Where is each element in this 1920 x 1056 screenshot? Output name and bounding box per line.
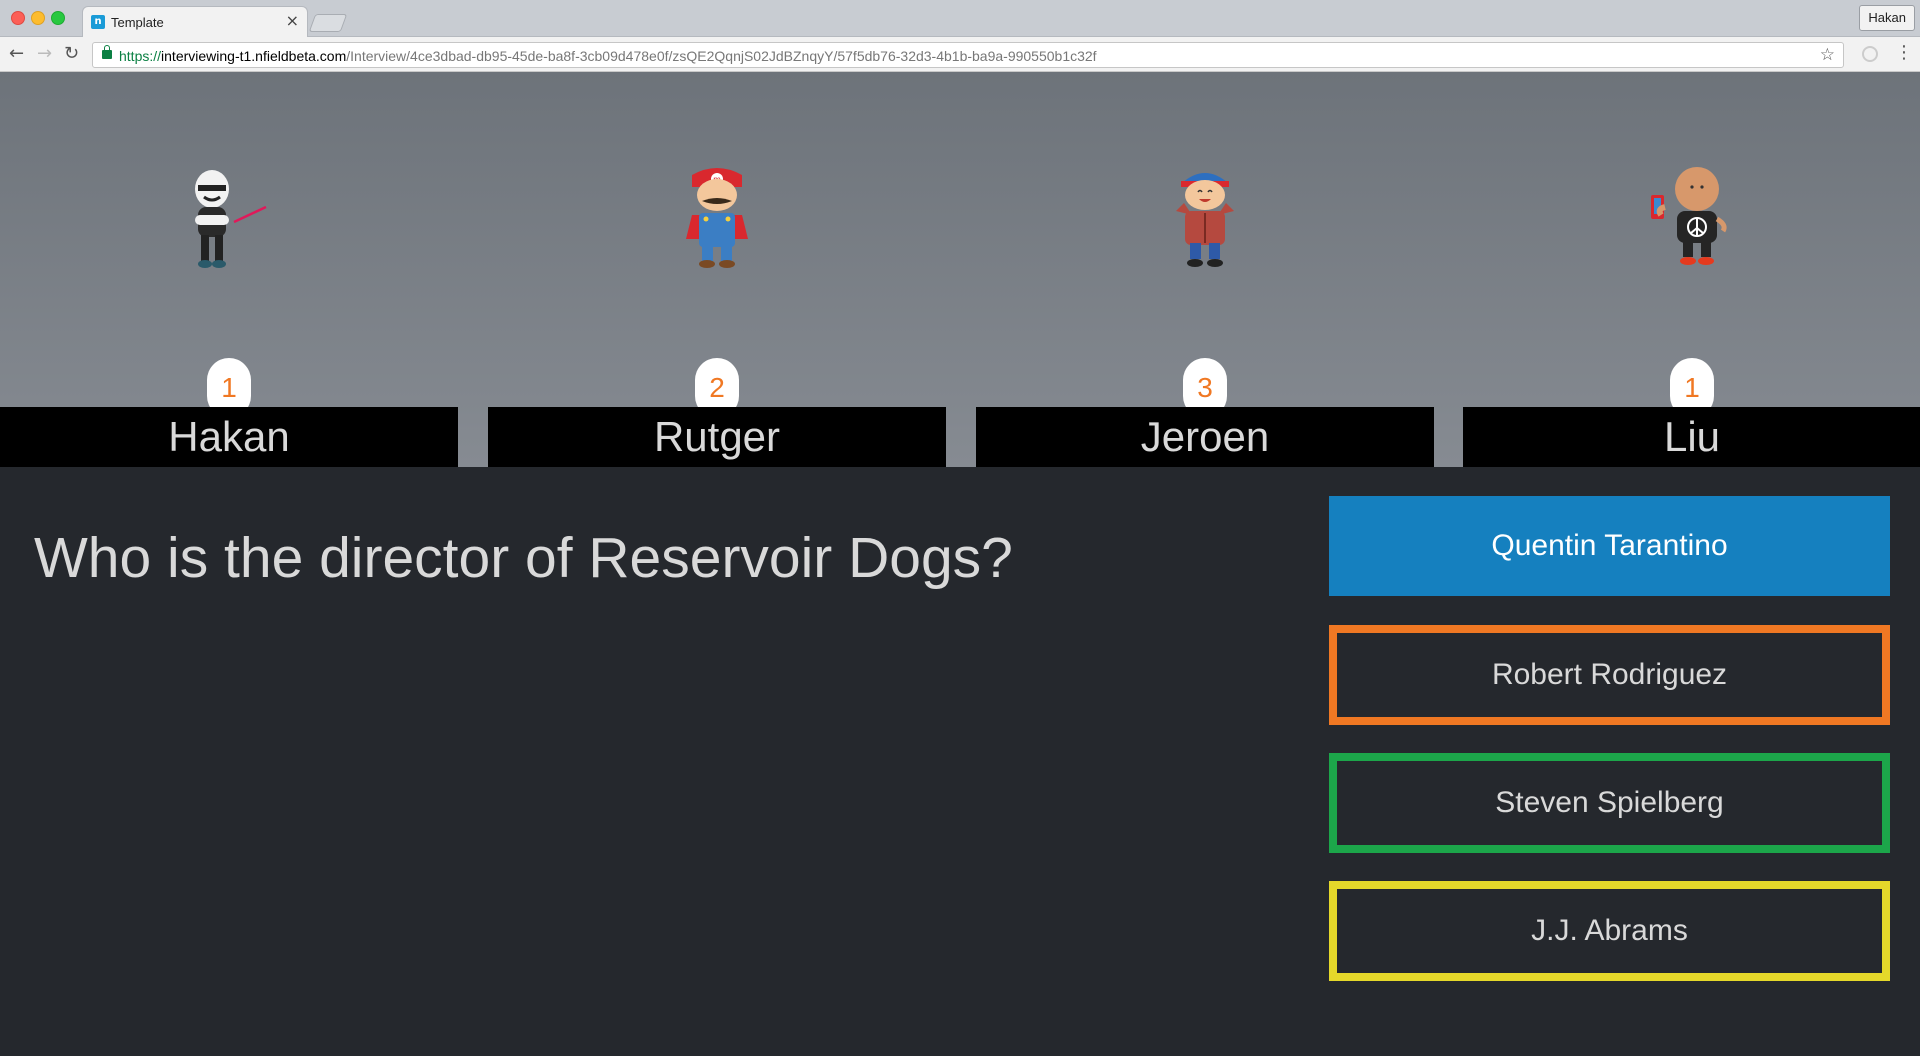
minimize-window-button[interactable]: [31, 11, 45, 25]
answer-option-button[interactable]: Quentin Tarantino: [1329, 496, 1890, 596]
browser-titlebar: n Template × Hakan: [0, 0, 1920, 37]
url-scheme: https://: [119, 48, 162, 64]
url-text[interactable]: https://interviewing-t1.nfieldbeta.com/I…: [119, 48, 1097, 64]
player-name: Hakan: [0, 407, 458, 467]
player-name: Rutger: [488, 407, 946, 467]
kid-beanie-avatar-icon: [1176, 173, 1234, 267]
stormtrooper-avatar-icon: [195, 170, 267, 268]
answer-option-button[interactable]: Robert Rodriguez: [1329, 625, 1890, 725]
url-host: interviewing-t1.nfieldbeta.com: [161, 48, 347, 64]
maximize-window-button[interactable]: [51, 11, 65, 25]
tab-title: Template: [111, 15, 164, 30]
bookmark-star-icon[interactable]: ☆: [1820, 45, 1835, 65]
players-area: 1 Hakan m 2 Rutger: [0, 72, 1920, 467]
url-path: /Interview/4ce3dbad-db95-45de-ba8f-3cb09…: [346, 48, 1097, 64]
answer-option-button[interactable]: Steven Spielberg: [1329, 753, 1890, 853]
browser-toolbar: ← → ↻ https://interviewing-t1.nfieldbeta…: [0, 37, 1920, 72]
player-name: Liu: [1463, 407, 1920, 467]
lock-icon: [102, 45, 112, 59]
reload-icon[interactable]: ↻: [64, 44, 79, 64]
new-tab-button[interactable]: [308, 14, 348, 32]
browser-menu-icon[interactable]: ⋮: [1895, 42, 1913, 64]
player-card: 3 Jeroen: [976, 72, 1434, 467]
back-arrow-icon[interactable]: ←: [9, 44, 24, 64]
close-window-button[interactable]: [11, 11, 25, 25]
forward-arrow-icon[interactable]: →: [37, 44, 52, 64]
phone-peace-avatar-icon: [1651, 167, 1727, 265]
tab-close-icon[interactable]: ×: [286, 13, 299, 29]
player-card: 1 Hakan: [0, 72, 458, 467]
extension-icon[interactable]: [1862, 46, 1878, 62]
question-text: Who is the director of Reservoir Dogs?: [34, 526, 1013, 590]
plumber-avatar-icon: m: [686, 168, 748, 268]
address-bar[interactable]: https://interviewing-t1.nfieldbeta.com/I…: [92, 42, 1844, 68]
player-name: Jeroen: [976, 407, 1434, 467]
nfield-favicon-icon: n: [91, 15, 105, 29]
answer-option-button[interactable]: J.J. Abrams: [1329, 881, 1890, 981]
player-card: m 2 Rutger: [488, 72, 946, 467]
browser-tab[interactable]: n Template ×: [82, 6, 308, 37]
profile-button[interactable]: Hakan: [1859, 5, 1915, 31]
player-card: 1 Liu: [1463, 72, 1920, 467]
